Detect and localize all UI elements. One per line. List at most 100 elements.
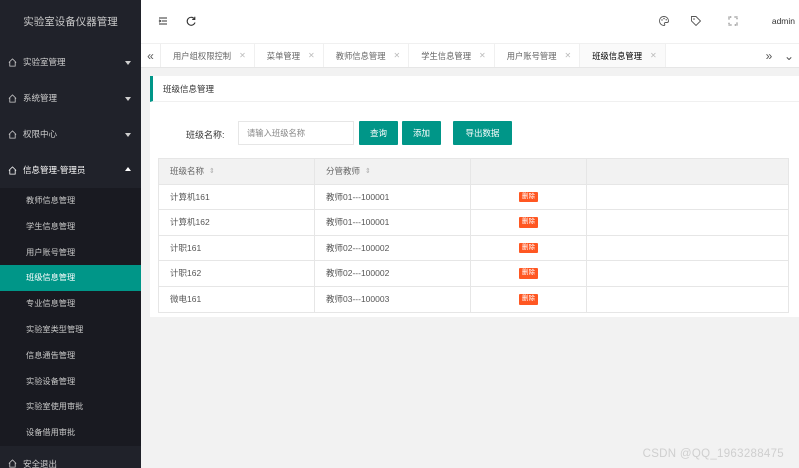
delete-button[interactable]: 删除 (519, 268, 538, 279)
cell-teacher: 教师01---100001 (315, 210, 471, 235)
sidebar-item-equipment[interactable]: 实验设备管理 (0, 369, 141, 395)
cell-filler (587, 261, 788, 286)
tab-user-group-permission[interactable]: 用户组权限控制 ✕ (161, 44, 255, 67)
cell-teacher: 教师03---100003 (315, 286, 471, 312)
tab-label: 班级信息管理 (592, 50, 642, 61)
top-bar: admin (141, 0, 799, 44)
cell-filler (587, 236, 788, 261)
sidebar-item-account[interactable]: 用户账号管理 (0, 240, 141, 266)
close-icon[interactable]: ✕ (650, 51, 657, 60)
search-label: 班级名称: (186, 130, 225, 140)
sidebar-group-system[interactable]: 系统管理 (0, 80, 141, 116)
tab-student[interactable]: 学生信息管理 ✕ (409, 44, 495, 67)
delete-button[interactable]: 删除 (519, 217, 538, 228)
cell-filler (587, 185, 788, 210)
tab-label: 菜单管理 (266, 50, 300, 61)
column-header-teacher[interactable]: 分管教师 ⇕ (315, 159, 471, 184)
sidebar-item-major[interactable]: 专业信息管理 (0, 291, 141, 317)
close-icon[interactable]: ✕ (565, 51, 572, 60)
content-panel: 班级信息管理 班级名称: 查询 添加 导出数据 班级名称 ⇕ 分管教师 ⇕ (150, 76, 799, 317)
tag-icon[interactable] (690, 15, 702, 27)
sidebar-group-logout[interactable]: 安全退出 (0, 446, 141, 468)
user-menu[interactable]: admin (772, 16, 795, 26)
app-title: 实验室设备仪器管理 (0, 0, 141, 44)
close-icon[interactable]: ✕ (394, 51, 401, 60)
sidebar-item-lab-approval[interactable]: 实验室使用审批 (0, 394, 141, 420)
home-icon (8, 129, 17, 139)
tab-label: 教师信息管理 (335, 50, 386, 61)
cell-filler (587, 210, 788, 235)
table-row: 计算机161 教师01---100001 删除 (159, 184, 788, 210)
tab-label: 用户组权限控制 (173, 50, 232, 61)
tab-label: 学生信息管理 (421, 50, 471, 61)
close-icon[interactable]: ✕ (308, 51, 315, 60)
fullscreen-icon[interactable] (727, 15, 739, 27)
sidebar-item-class[interactable]: 班级信息管理 (0, 265, 141, 292)
cell-action: 删除 (471, 286, 587, 312)
tab-teacher[interactable]: 教师信息管理 ✕ (324, 44, 410, 67)
sidebar-group-label: 安全退出 (23, 458, 58, 468)
home-icon (8, 93, 17, 103)
chevron-down-icon (125, 133, 131, 137)
theme-icon[interactable] (658, 15, 670, 27)
watermark: CSDN @QQ_1963288475 (642, 448, 784, 460)
cell-class-name: 计算机162 (159, 210, 315, 235)
sidebar-submenu: 教师信息管理 学生信息管理 用户账号管理 班级信息管理 专业信息管理 实验室类型… (0, 188, 141, 446)
sidebar-group-info-admin[interactable]: 信息管理-管理员 (0, 152, 141, 188)
cell-teacher: 教师02---100002 (315, 235, 471, 260)
cell-action: 删除 (471, 210, 587, 235)
chevron-down-icon (125, 61, 131, 65)
cell-action: 删除 (471, 184, 587, 209)
chevron-up-icon (125, 167, 131, 171)
sidebar-item-borrow-approval[interactable]: 设备借用审批 (0, 420, 141, 446)
header-label: 分管教师 (326, 166, 361, 177)
column-header-class-name[interactable]: 班级名称 ⇕ (159, 159, 315, 184)
refresh-icon[interactable] (185, 15, 197, 27)
sidebar-group-label: 权限中心 (23, 129, 58, 139)
tab-scroll-left-icon[interactable]: « (141, 44, 161, 67)
delete-button[interactable]: 删除 (519, 242, 538, 253)
cell-class-name: 计职161 (159, 235, 315, 260)
tab-menu[interactable]: 菜单管理 ✕ (255, 44, 324, 67)
delete-button[interactable]: 删除 (519, 294, 538, 305)
tab-account[interactable]: 用户账号管理 ✕ (495, 44, 581, 67)
cell-class-name: 微电161 (159, 286, 315, 312)
sidebar-item-teacher[interactable]: 教师信息管理 (0, 188, 141, 214)
export-button[interactable]: 导出数据 (453, 121, 512, 145)
sidebar-group-lab[interactable]: 实验室管理 (0, 44, 141, 80)
chevron-down-icon (125, 97, 131, 101)
sort-icon[interactable]: ⇕ (365, 167, 371, 175)
sidebar-group-permission[interactable]: 权限中心 (0, 116, 141, 152)
table-row: 计算机162 教师01---100001 删除 (159, 210, 788, 236)
cell-filler (587, 287, 788, 313)
panel-title: 班级信息管理 (150, 76, 799, 102)
close-icon[interactable]: ✕ (239, 51, 246, 60)
close-icon[interactable]: ✕ (479, 51, 486, 60)
tab-scroll-right-icon[interactable]: » (759, 49, 779, 63)
class-table: 班级名称 ⇕ 分管教师 ⇕ 计算机161 教师01---100001 删除 计算… (158, 158, 789, 313)
column-header-filler (587, 159, 788, 184)
sidebar-group-label: 系统管理 (23, 93, 58, 103)
sort-icon[interactable]: ⇕ (209, 167, 215, 175)
chevron-down-icon[interactable]: ⌄ (779, 49, 799, 63)
delete-button[interactable]: 删除 (519, 191, 538, 202)
class-name-input[interactable] (238, 121, 354, 145)
add-button[interactable]: 添加 (402, 121, 441, 145)
sidebar-group-label: 实验室管理 (23, 57, 66, 67)
tab-class[interactable]: 班级信息管理 ✕ (580, 44, 666, 67)
header-label: 班级名称 (170, 166, 205, 177)
sidebar-item-student[interactable]: 学生信息管理 (0, 214, 141, 240)
cell-teacher: 教师01---100001 (315, 184, 471, 209)
table-header-row: 班级名称 ⇕ 分管教师 ⇕ (159, 159, 788, 185)
sidebar: 实验室设备仪器管理 实验室管理 系统管理 权限中心 信息管理-管理员 教师信息管… (0, 0, 141, 468)
sidebar-group-label: 信息管理-管理员 (23, 165, 86, 175)
collapse-menu-icon[interactable] (157, 15, 169, 27)
column-header-action (471, 159, 587, 184)
cell-teacher: 教师02---100002 (315, 261, 471, 286)
home-icon (8, 57, 17, 67)
tab-label: 用户账号管理 (506, 50, 557, 61)
sidebar-item-lab-type[interactable]: 实验室类型管理 (0, 317, 141, 343)
cell-class-name: 计职162 (159, 261, 315, 286)
sidebar-item-notice[interactable]: 信息通告管理 (0, 343, 141, 369)
query-button[interactable]: 查询 (359, 121, 398, 145)
